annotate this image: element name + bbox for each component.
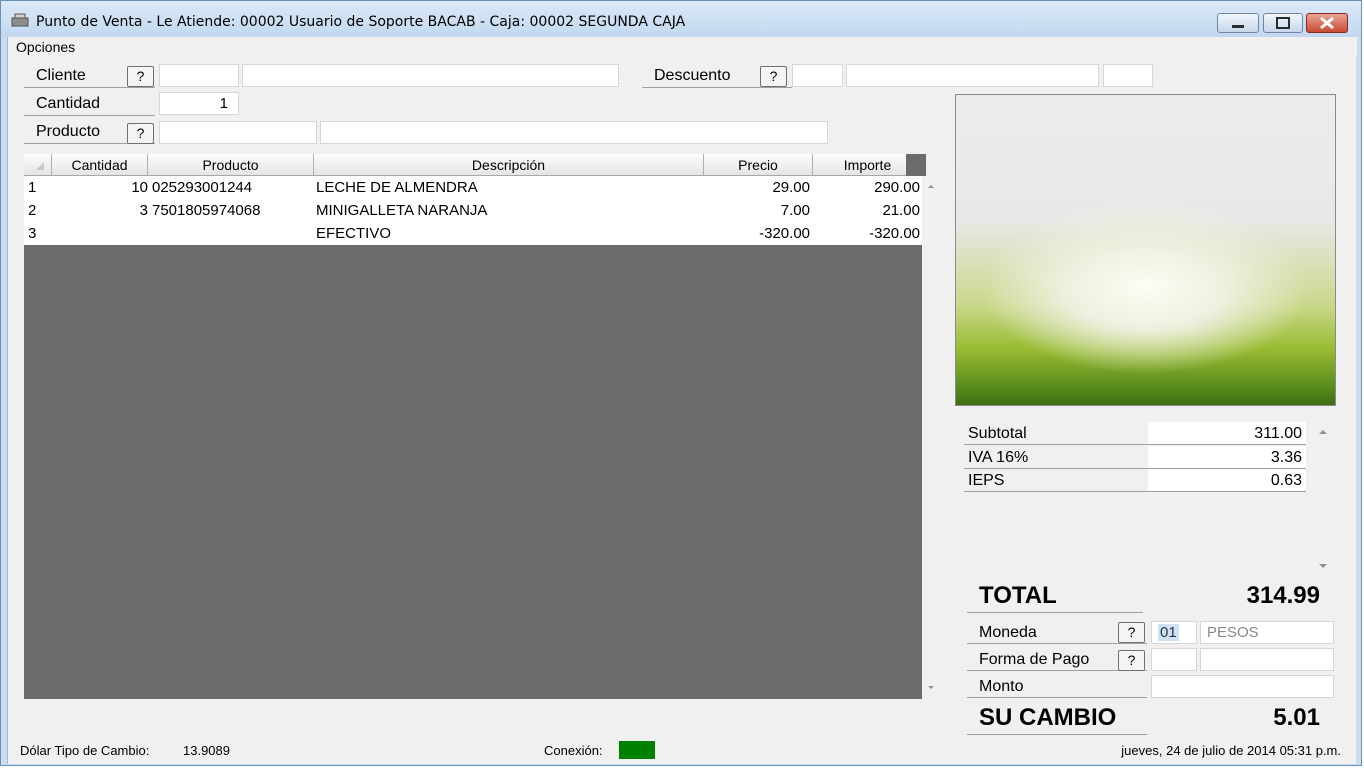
close-button[interactable]: [1306, 13, 1348, 33]
cell-precio: 29.00: [772, 179, 810, 196]
conexion-label: Conexión:: [544, 743, 603, 758]
dolar-value: 13.9089: [183, 743, 230, 758]
moneda-name-field: PESOS: [1200, 621, 1334, 644]
cliente-help-button[interactable]: ?: [127, 66, 154, 87]
col-header-descripcion[interactable]: Descripción: [314, 154, 704, 176]
cell-cantidad: 3: [139, 202, 148, 219]
cash-register-icon: [11, 13, 29, 27]
cliente-name-input[interactable]: [242, 64, 619, 87]
cell-producto: 7501805974068: [152, 202, 261, 219]
col-header-precio[interactable]: Precio: [704, 154, 813, 176]
cell-precio: 7.00: [780, 202, 810, 219]
totals-scroll-up-icon[interactable]: [1316, 427, 1330, 437]
status-bar: Dólar Tipo de Cambio: 13.9089 Conexión: …: [8, 737, 1357, 763]
grid-header: Cantidad Producto Descripción Precio Imp…: [24, 154, 922, 176]
monto-label: Monto: [967, 675, 1147, 698]
cell-descripcion: LECHE DE ALMENDRA: [316, 179, 478, 196]
cantidad-label: Cantidad: [24, 92, 155, 116]
cantidad-input[interactable]: 1: [159, 92, 239, 115]
cell-importe: 21.00: [882, 202, 920, 219]
row-number: 1: [28, 179, 37, 196]
row-number: 2: [28, 202, 37, 219]
moneda-help-button[interactable]: ?: [1118, 622, 1145, 643]
grid-corner: [24, 154, 52, 176]
subtotal-value: 311.00: [1148, 422, 1306, 445]
pos-window: Punto de Venta - Le Atiende: 00002 Usuar…: [0, 0, 1362, 766]
sort-corner-icon: [36, 162, 44, 170]
table-row[interactable]: 1 10 025293001244 LECHE DE ALMENDRA 29.0…: [24, 176, 922, 199]
descuento-help-button[interactable]: ?: [760, 66, 787, 87]
subtotal-label: Subtotal: [964, 422, 1148, 445]
cambio-label: SU CAMBIO: [967, 701, 1147, 735]
sales-grid[interactable]: Cantidad Producto Descripción Precio Imp…: [24, 154, 922, 699]
cell-descripcion: EFECTIVO: [316, 225, 392, 242]
producto-code-input[interactable]: [159, 121, 317, 144]
maximize-button[interactable]: [1263, 13, 1303, 33]
col-header-producto[interactable]: Producto: [148, 154, 314, 176]
promo-image: [955, 94, 1336, 406]
datetime-text: jueves, 24 de julio de 2014 05:31 p.m.: [1121, 743, 1341, 758]
cliente-code-input[interactable]: [159, 64, 239, 87]
ieps-value: 0.63: [1148, 469, 1306, 492]
minimize-icon: [1232, 25, 1244, 28]
producto-desc-input[interactable]: [320, 121, 828, 144]
forma-pago-name-field[interactable]: [1200, 648, 1334, 671]
scroll-down-icon: [928, 686, 934, 689]
close-icon: [1320, 16, 1334, 30]
cell-descripcion: MINIGALLETA NARANJA: [316, 202, 488, 219]
moneda-code-input[interactable]: 01: [1151, 621, 1197, 644]
minimize-button[interactable]: [1217, 13, 1259, 33]
producto-help-button[interactable]: ?: [127, 123, 154, 144]
row-number: 3: [28, 225, 37, 242]
iva-label: IVA 16%: [964, 446, 1148, 469]
forma-pago-help-button[interactable]: ?: [1118, 650, 1145, 671]
cell-producto: 025293001244: [152, 179, 253, 196]
totals-scroll-down-icon[interactable]: [1316, 561, 1330, 571]
cell-importe: 290.00: [874, 179, 920, 196]
cell-cantidad: 10: [131, 179, 148, 196]
grid-header-scroll-corner: [906, 154, 926, 176]
descuento-value-input[interactable]: [1103, 64, 1153, 87]
forma-pago-code-input[interactable]: [1151, 648, 1197, 671]
menu-bar: Opciones: [8, 37, 1357, 57]
moneda-code-selection: 01: [1158, 624, 1179, 641]
descuento-desc-input[interactable]: [846, 64, 1099, 87]
window-title: Punto de Venta - Le Atiende: 00002 Usuar…: [36, 14, 686, 30]
monto-input[interactable]: [1151, 675, 1334, 698]
col-header-cantidad[interactable]: Cantidad: [52, 154, 148, 176]
main-area: Opciones Cliente ? Descuento ? Cantidad …: [7, 37, 1357, 764]
cell-precio: -320.00: [759, 225, 810, 242]
dolar-label: Dólar Tipo de Cambio:: [20, 743, 150, 758]
cambio-value: 5.01: [1273, 704, 1320, 731]
cell-importe: -320.00: [869, 225, 920, 242]
total-label: TOTAL: [967, 579, 1143, 613]
conexion-status-indicator: [619, 741, 655, 759]
title-bar[interactable]: Punto de Venta - Le Atiende: 00002 Usuar…: [1, 1, 1361, 37]
maximize-icon: [1276, 17, 1290, 29]
scroll-up-icon: [928, 185, 934, 188]
ieps-label: IEPS: [964, 469, 1148, 492]
descuento-code-input[interactable]: [792, 64, 843, 87]
total-value: 314.99: [1246, 582, 1320, 609]
table-row[interactable]: 2 3 7501805974068 MINIGALLETA NARANJA 7.…: [24, 199, 922, 222]
menu-opciones[interactable]: Opciones: [16, 39, 75, 55]
iva-value: 3.36: [1148, 446, 1306, 469]
table-row[interactable]: 3 EFECTIVO -320.00 -320.00: [24, 222, 922, 245]
grid-vertical-scrollbar[interactable]: [922, 176, 940, 698]
